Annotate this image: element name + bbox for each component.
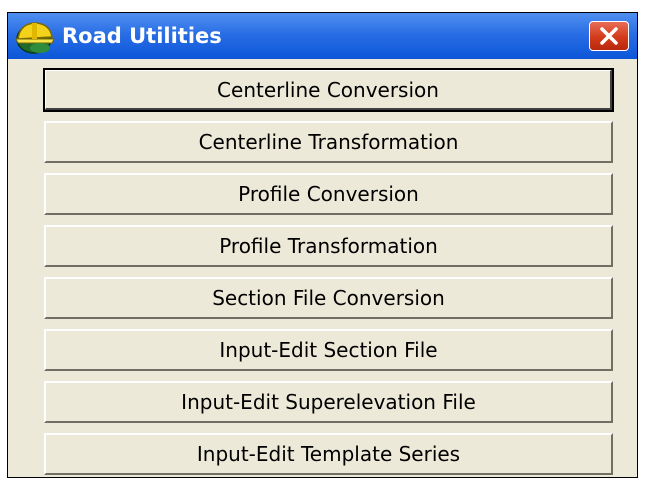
input-edit-section-file-button[interactable]: Input-Edit Section File xyxy=(44,329,613,371)
centerline-transformation-button[interactable]: Centerline Transformation xyxy=(44,121,613,163)
helmet-icon xyxy=(12,17,58,57)
profile-conversion-button[interactable]: Profile Conversion xyxy=(44,173,613,215)
window-title: Road Utilities xyxy=(62,24,222,48)
input-edit-template-series-button[interactable]: Input-Edit Template Series xyxy=(44,433,613,475)
road-utilities-dialog: Road Utilities Centerline Conversion Cen… xyxy=(7,12,638,478)
title-bar[interactable]: Road Utilities xyxy=(8,13,637,59)
input-edit-superelevation-file-button[interactable]: Input-Edit Superelevation File xyxy=(44,381,613,423)
section-file-conversion-button[interactable]: Section File Conversion xyxy=(44,277,613,319)
utility-button-list: Centerline Conversion Centerline Transfo… xyxy=(43,68,614,485)
close-icon xyxy=(600,27,618,45)
centerline-conversion-button[interactable]: Centerline Conversion xyxy=(43,68,614,112)
close-button[interactable] xyxy=(589,21,629,51)
profile-transformation-button[interactable]: Profile Transformation xyxy=(44,225,613,267)
